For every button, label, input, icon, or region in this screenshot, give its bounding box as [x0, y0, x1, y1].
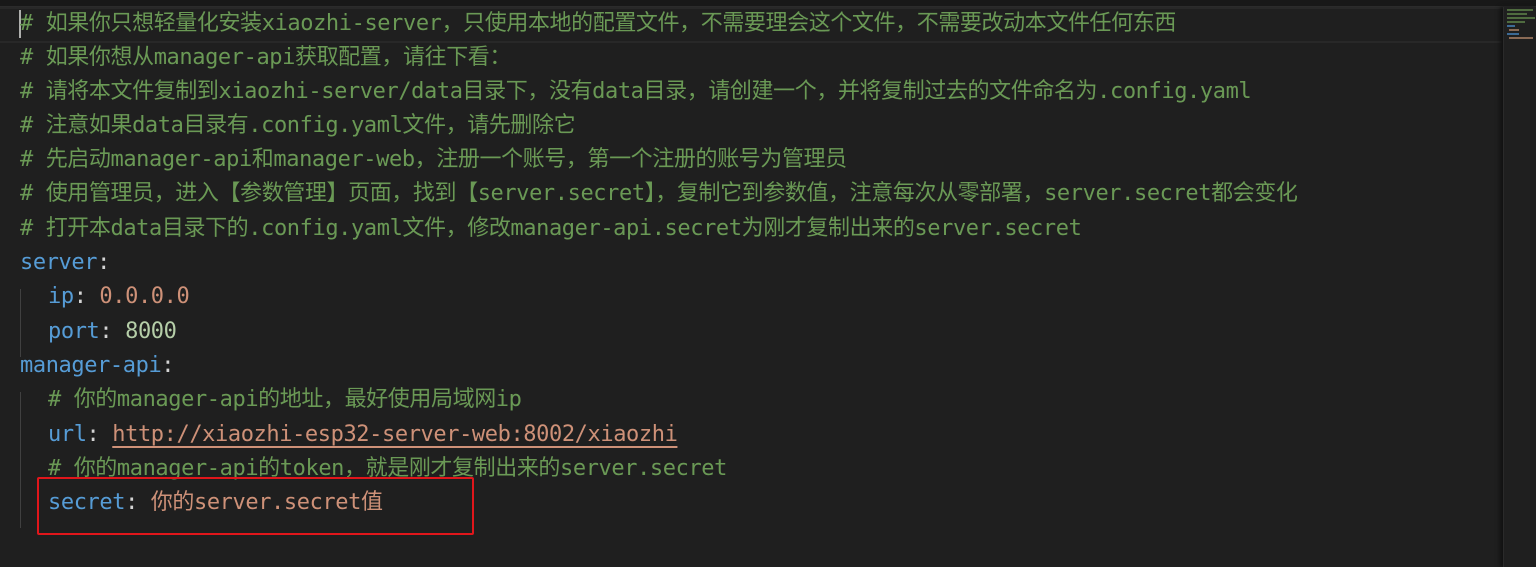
colon: :	[73, 284, 100, 309]
colon: :	[161, 353, 175, 378]
url-link[interactable]: http://xiaozhi-esp32-server-web:8002/xia…	[112, 422, 678, 447]
comment-line: # 如果你想从manager-api获取配置，请往下看：	[20, 45, 511, 70]
yaml-key: ip	[48, 284, 74, 309]
yaml-value: 8000	[125, 319, 177, 344]
minimap-line	[1507, 9, 1533, 11]
yaml-key: manager-api	[20, 353, 162, 378]
comment-line: # 你的manager-api的地址，最好使用局域网ip	[48, 387, 522, 412]
yaml-key-line: ip: 0.0.0.0	[48, 280, 190, 314]
comment-line: # 打开本data目录下的.config.yaml文件，修改manager-ap…	[20, 216, 1082, 241]
colon: :	[86, 422, 113, 447]
minimap-line	[1509, 37, 1533, 39]
indent-guide	[20, 289, 21, 357]
editor-tab-bar	[0, 0, 1536, 7]
yaml-value: 0.0.0.0	[99, 284, 190, 309]
comment-line: # 先启动manager-api和manager-web，注册一个账号，第一个注…	[20, 147, 847, 172]
yaml-key-line: port: 8000	[48, 315, 177, 349]
red-highlight-box	[37, 477, 474, 535]
colon: :	[99, 319, 126, 344]
minimap-line	[1507, 21, 1525, 23]
comment-line: # 请将本文件复制到xiaozhi-server/data目录下，没有data目…	[20, 79, 1252, 104]
minimap-line	[1509, 29, 1519, 31]
minimap-line	[1507, 13, 1527, 15]
minimap[interactable]	[1503, 7, 1536, 567]
comment-line: # 如果你只想轻量化安装xiaozhi-server，只使用本地的配置文件，不需…	[20, 11, 1176, 36]
yaml-key: server	[20, 250, 98, 275]
colon: :	[97, 250, 110, 275]
indent-guide	[20, 392, 21, 528]
yaml-key-line: manager-api:	[20, 349, 175, 383]
minimap-line	[1507, 33, 1519, 35]
comment-line: # 注意如果data目录有.config.yaml文件，请先删除它	[20, 113, 576, 138]
yaml-key-line: server:	[20, 246, 110, 280]
yaml-key: port	[48, 319, 100, 344]
yaml-key: url	[48, 422, 87, 447]
minimap-line	[1507, 25, 1515, 27]
yaml-key-line: url: http://xiaozhi-esp32-server-web:800…	[48, 418, 678, 452]
comment-line: # 使用管理员，进入【参数管理】页面，找到【server.secret】，复制它…	[20, 181, 1298, 206]
minimap-line	[1507, 17, 1535, 19]
